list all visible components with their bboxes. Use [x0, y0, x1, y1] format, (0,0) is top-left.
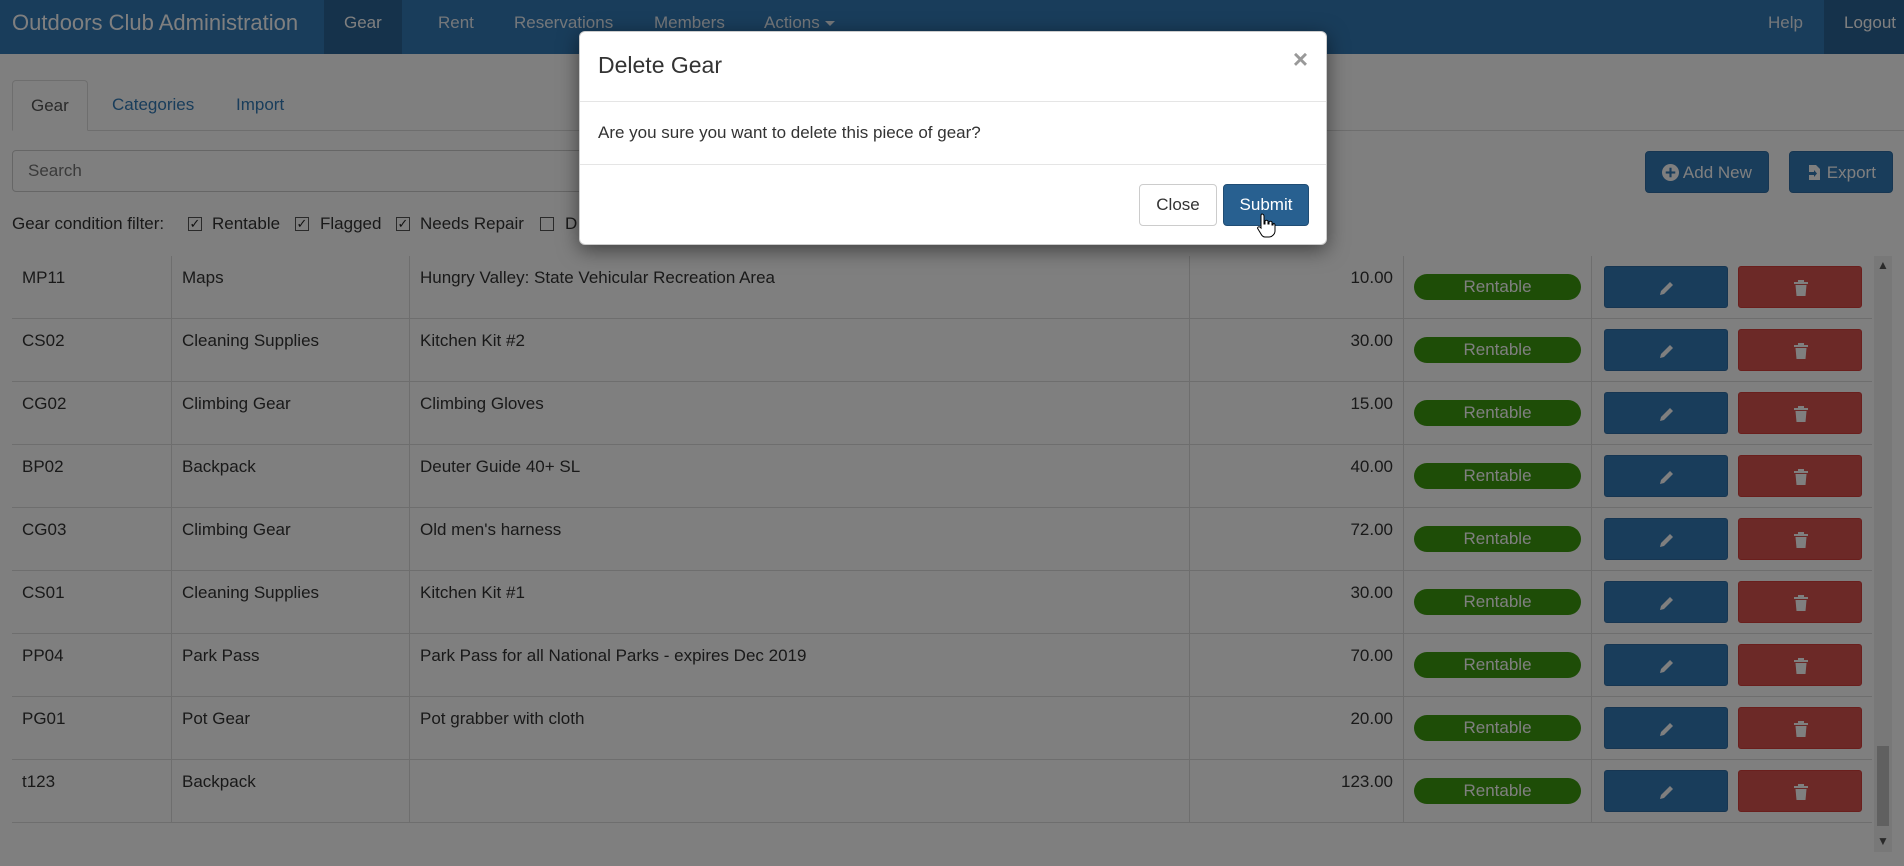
close-button[interactable]: Close [1139, 184, 1217, 226]
modal-header: Delete Gear × [580, 32, 1326, 102]
hand-pointer-icon [1257, 213, 1276, 238]
modal-title: Delete Gear [598, 52, 723, 78]
modal-body-text: Are you sure you want to delete this pie… [598, 123, 981, 142]
delete-gear-modal: Delete Gear × Are you sure you want to d… [579, 31, 1327, 245]
close-icon[interactable]: × [1293, 44, 1308, 75]
